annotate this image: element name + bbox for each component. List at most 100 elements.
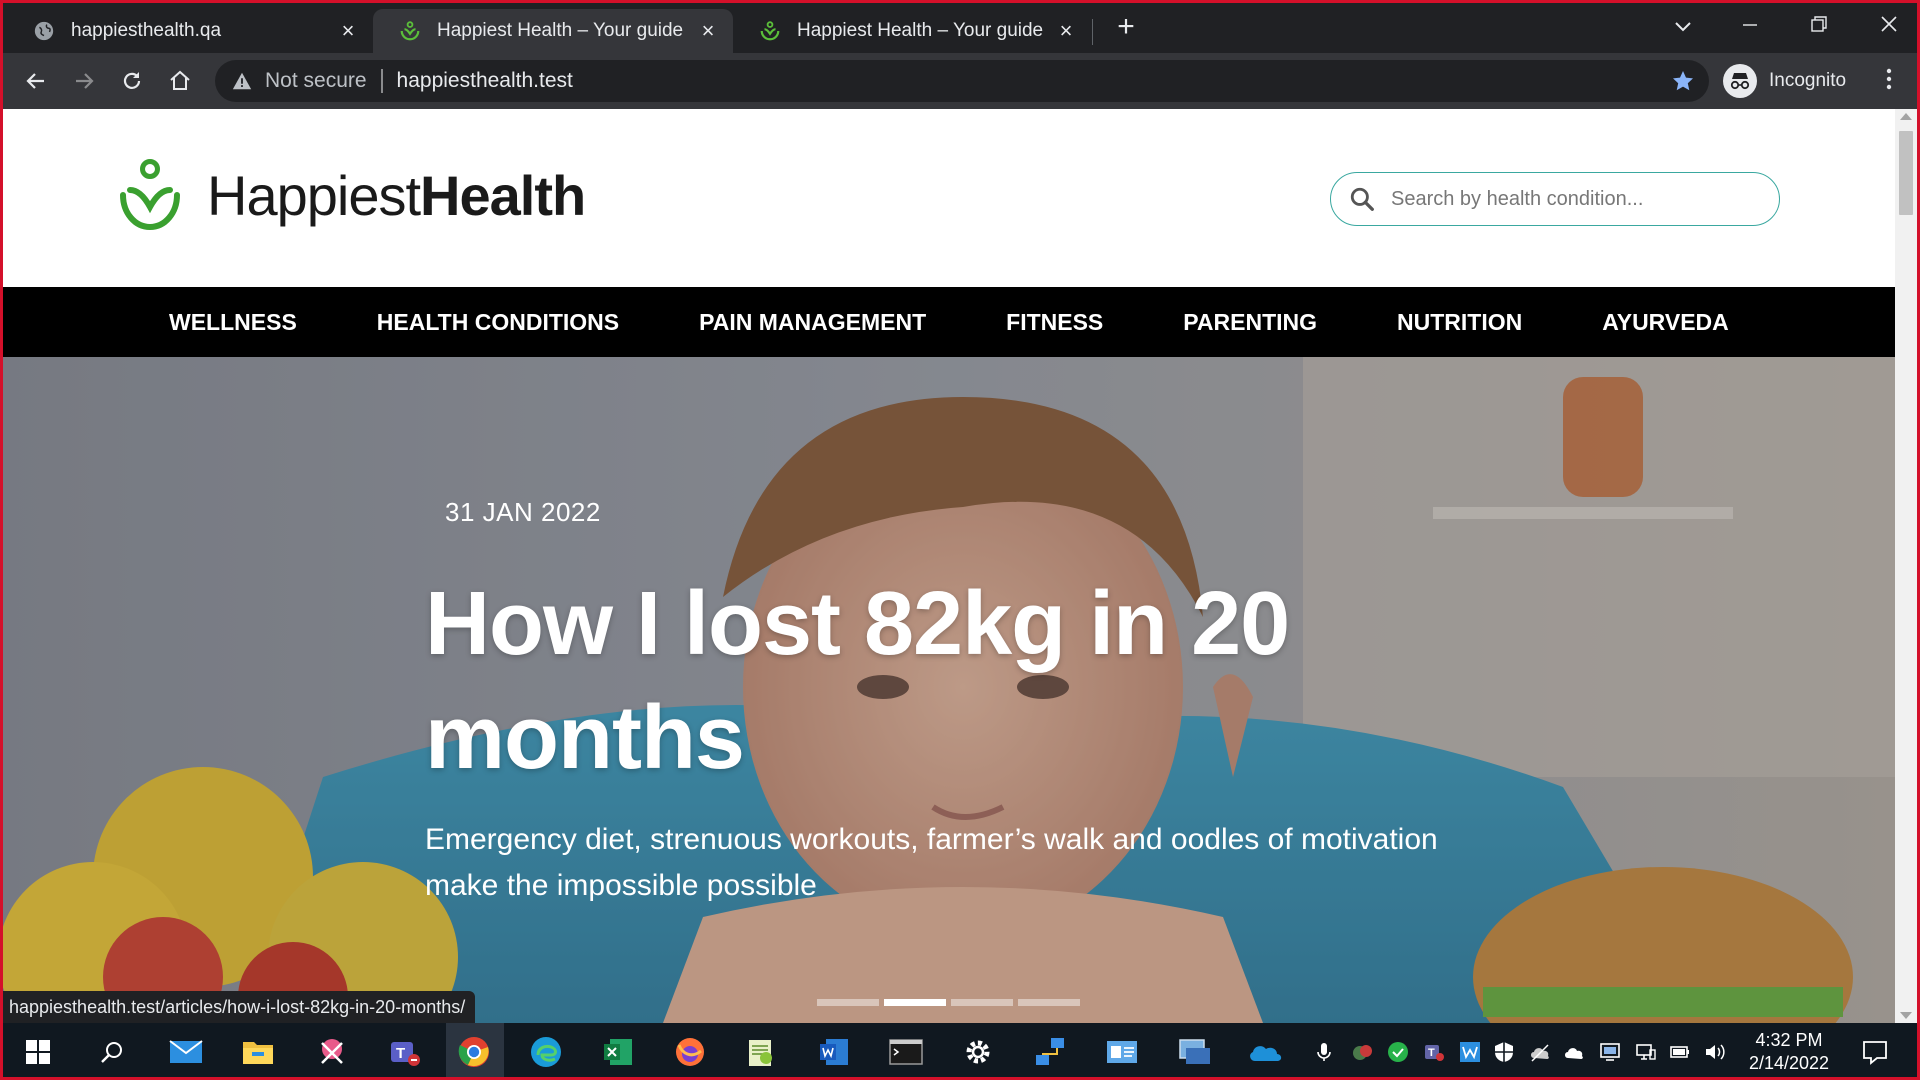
firefox-icon: [676, 1038, 704, 1066]
carousel-dot[interactable]: [817, 999, 879, 1006]
site-search[interactable]: [1330, 172, 1780, 226]
scroll-thumb[interactable]: [1899, 131, 1913, 215]
tab-happiest-health-active[interactable]: Happiest Health – Your guide for ×: [373, 9, 733, 53]
search-input[interactable]: [1391, 187, 1751, 211]
clock-date: 2/14/2022: [1748, 1053, 1830, 1073]
home-button[interactable]: [163, 64, 197, 98]
browser-menu-button[interactable]: [1879, 67, 1899, 95]
nav-pain-management[interactable]: PAIN MANAGEMENT: [699, 309, 926, 336]
taskbar-mail[interactable]: [167, 1033, 205, 1071]
nav-ayurveda[interactable]: AYURVEDA: [1602, 309, 1729, 336]
taskbar-chrome[interactable]: [455, 1033, 493, 1071]
security-shield-icon[interactable]: [1351, 1041, 1373, 1063]
check-shield-icon[interactable]: [1387, 1041, 1409, 1063]
clock-time: 4:32 PM: [1755, 1030, 1823, 1050]
more-vertical-icon: [1886, 68, 1892, 90]
system-clock[interactable]: 4:32 PM 2/14/2022: [1739, 1029, 1839, 1075]
nav-fitness[interactable]: FITNESS: [1006, 309, 1103, 336]
teams-tray-icon[interactable]: T: [1423, 1041, 1445, 1063]
network-tray-icon[interactable]: [1635, 1041, 1657, 1063]
scroll-up-arrow-icon[interactable]: [1900, 113, 1912, 120]
taskbar-search-button[interactable]: [93, 1033, 131, 1071]
tab-search-button[interactable]: [1659, 9, 1707, 45]
taskbar-network-tool[interactable]: [1031, 1033, 1069, 1071]
globe-icon: [34, 21, 54, 41]
windows-start-icon: [26, 1040, 50, 1064]
notification-center-icon[interactable]: [1861, 1038, 1889, 1066]
address-bar[interactable]: Not secure happiesthealth.test: [215, 60, 1709, 102]
nav-parenting[interactable]: PARENTING: [1183, 309, 1317, 336]
terminal-icon: [889, 1039, 923, 1065]
search-icon: [101, 1042, 122, 1063]
defender-shield-icon[interactable]: [1493, 1041, 1515, 1063]
home-icon: [170, 70, 190, 90]
tab-happiesthealth-qa[interactable]: happiesthealth.qa ×: [7, 9, 373, 53]
cloud-tray-icon[interactable]: [1529, 1041, 1551, 1063]
nav-nutrition[interactable]: NUTRITION: [1397, 309, 1522, 336]
close-window-button[interactable]: [1865, 9, 1913, 45]
outlook-card-icon: [1107, 1041, 1137, 1063]
forward-button[interactable]: [67, 64, 101, 98]
network-tool-icon: [1036, 1038, 1064, 1065]
site-header: HappiestHealth: [3, 109, 1895, 287]
incognito-icon: [1723, 64, 1757, 98]
w-app-tray-icon[interactable]: [1459, 1041, 1481, 1063]
carousel-dot[interactable]: [951, 999, 1013, 1006]
tab-title: happiesthealth.qa: [71, 20, 222, 41]
back-button[interactable]: [19, 64, 53, 98]
warning-icon[interactable]: [231, 70, 253, 92]
notepad-plus-plus-icon: [749, 1040, 772, 1066]
close-tab-icon[interactable]: ×: [697, 20, 719, 42]
taskbar-teams[interactable]: T: [385, 1033, 423, 1071]
page-scrollbar[interactable]: [1895, 109, 1917, 1023]
article-title[interactable]: How I lost 82kg in 20 months: [425, 567, 1425, 795]
taskbar-snipping-tool[interactable]: [313, 1033, 351, 1071]
incognito-label: Incognito: [1769, 70, 1847, 91]
tab-happiest-health[interactable]: Happiest Health – Your guide for ×: [733, 9, 1091, 53]
snipping-tool-icon: [321, 1039, 343, 1064]
microphone-icon[interactable]: [1313, 1041, 1335, 1063]
search-icon[interactable]: [1349, 186, 1375, 212]
taskbar-terminal[interactable]: [887, 1033, 925, 1071]
taskbar-outlook-card[interactable]: [1103, 1033, 1141, 1071]
taskbar-file-explorer[interactable]: [239, 1033, 277, 1071]
display-tray-icon[interactable]: [1599, 1041, 1621, 1063]
article-subtitle: Emergency diet, strenuous workouts, farm…: [425, 823, 1438, 902]
forward-arrow-icon: [76, 73, 94, 89]
close-tab-icon[interactable]: ×: [337, 20, 359, 42]
start-button[interactable]: [19, 1033, 57, 1071]
word-icon: [820, 1039, 848, 1065]
site-logo[interactable]: HappiestHealth: [117, 155, 586, 235]
taskbar-settings[interactable]: [959, 1033, 997, 1071]
onedrive-tray-icon[interactable]: [1563, 1041, 1585, 1063]
taskbar-notepad-plus-plus[interactable]: [741, 1033, 779, 1071]
close-tab-icon[interactable]: ×: [1055, 20, 1077, 42]
incognito-profile-button[interactable]: Incognito: [1723, 61, 1846, 101]
minimize-button[interactable]: [1726, 9, 1774, 45]
taskbar-remote-desktop[interactable]: [1175, 1033, 1213, 1071]
restore-button[interactable]: [1795, 9, 1843, 45]
bookmark-star-icon[interactable]: [1671, 69, 1695, 93]
browser-toolbar: Not secure happiesthealth.test Incognito: [3, 53, 1917, 109]
nav-wellness[interactable]: WELLNESS: [169, 309, 297, 336]
new-tab-button[interactable]: +: [1111, 12, 1141, 43]
happiest-health-favicon-icon: [760, 21, 780, 41]
onedrive-icon: [1250, 1046, 1282, 1061]
taskbar-word[interactable]: [815, 1033, 853, 1071]
edge-icon: [531, 1037, 561, 1067]
battery-icon[interactable]: [1669, 1041, 1691, 1063]
url-text[interactable]: happiesthealth.test: [397, 69, 573, 93]
carousel-dot-active[interactable]: [884, 999, 946, 1006]
taskbar-onedrive[interactable]: [1247, 1033, 1285, 1071]
nav-health-conditions[interactable]: HEALTH CONDITIONS: [377, 309, 619, 336]
taskbar-firefox[interactable]: [671, 1033, 709, 1071]
minimize-icon: [1743, 24, 1757, 26]
volume-icon[interactable]: [1703, 1041, 1725, 1063]
taskbar-excel[interactable]: [599, 1033, 637, 1071]
reload-button[interactable]: [115, 64, 149, 98]
scroll-down-arrow-icon[interactable]: [1900, 1012, 1912, 1019]
hero-carousel[interactable]: 31 JAN 2022 How I lost 82kg in 20 months…: [3, 357, 1895, 1023]
security-status[interactable]: Not secure: [265, 69, 367, 93]
carousel-dot[interactable]: [1018, 999, 1080, 1006]
taskbar-edge[interactable]: [527, 1033, 565, 1071]
